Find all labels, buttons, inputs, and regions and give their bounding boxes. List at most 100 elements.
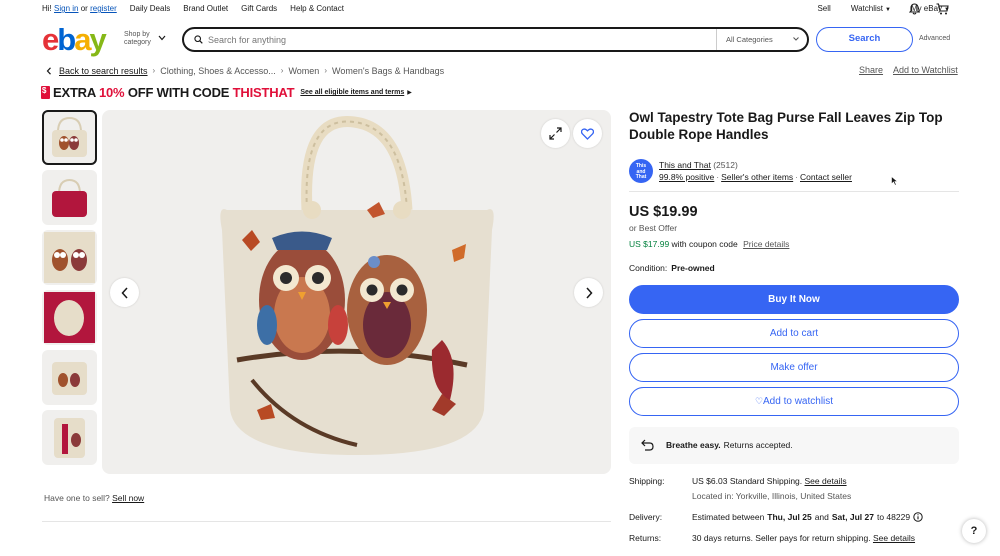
main-product-image[interactable] [102, 110, 611, 474]
promo-banner: EXTRA 10% OFF WITH CODE THISTHAT See all… [41, 85, 412, 100]
dot-separator: · [716, 172, 720, 182]
condition-value: Pre-owned [671, 263, 715, 273]
search-icon [194, 35, 203, 44]
thumbnail-1[interactable] [42, 110, 97, 165]
seller-info: This and That (2512) [659, 160, 738, 170]
delivery-label: Delivery: [629, 512, 663, 522]
seller-avatar[interactable]: This and That [629, 159, 653, 183]
eligible-items-link[interactable]: See all eligible items and terms [300, 89, 404, 96]
search-input[interactable] [208, 32, 708, 47]
delivery-to: Sat, Jul 27 [831, 512, 874, 522]
sellers-other-items-link[interactable]: Seller's other items [721, 172, 793, 182]
make-offer-button[interactable]: Make offer [629, 353, 959, 382]
separator-icon: › [152, 66, 156, 75]
or-text: or [80, 4, 88, 13]
delivery-from: Thu, Jul 25 [767, 512, 812, 522]
item-location: Located in: Yorkville, Illinois, United … [692, 491, 852, 501]
shipping-label: Shipping: [629, 476, 665, 486]
back-to-search-link[interactable]: Back to search results [59, 66, 148, 76]
chevron-right-icon[interactable] [574, 278, 603, 307]
logo-e: e [42, 22, 59, 57]
chevron-down-icon: ▼ [884, 7, 891, 13]
thumbnail-6[interactable] [42, 410, 97, 465]
returns-details-link[interactable]: See details [873, 533, 915, 543]
promo-text: EXTRA 10% OFF WITH CODE THISTHAT [53, 85, 295, 100]
promo-part2: OFF WITH CODE [127, 85, 230, 100]
bell-icon[interactable] [909, 3, 920, 15]
watchlist-menu[interactable]: Watchlist ▼ [851, 4, 891, 13]
expand-icon[interactable] [541, 119, 570, 148]
buy-it-now-button[interactable]: Buy It Now [629, 285, 959, 314]
help-contact-link[interactable]: Help & Contact [290, 4, 344, 13]
greeting: Hi! Sign in or register [42, 4, 117, 13]
price-tag-icon [41, 86, 50, 99]
breathe-easy-bold: Breathe easy. [666, 440, 721, 450]
sign-in-link[interactable]: Sign in [54, 4, 78, 13]
category-select[interactable]: All Categories [716, 29, 807, 50]
brand-outlet-link[interactable]: Brand Outlet [183, 4, 228, 13]
condition: Condition: Pre-owned [629, 263, 715, 273]
search-button[interactable]: Search [816, 27, 913, 52]
dot-separator: · [795, 172, 798, 182]
watchlist-label: Watchlist [850, 4, 883, 13]
breadcrumb-item[interactable]: Women's Bags & Handbags [332, 66, 444, 76]
greeting-text: Hi! [42, 4, 52, 13]
info-icon[interactable] [913, 512, 923, 522]
item-title: Owl Tapestry Tote Bag Purse Fall Leaves … [629, 110, 943, 142]
add-to-watchlist-button[interactable]: ♡Add to watchlist [629, 387, 959, 416]
add-to-cart-button[interactable]: Add to cart [629, 319, 959, 348]
delivery-zip: to 48229 [876, 512, 911, 522]
contact-seller-link[interactable]: Contact seller [800, 172, 852, 182]
register-link[interactable]: register [90, 4, 117, 13]
price-details-link[interactable]: Price details [743, 239, 789, 249]
shipping-value: US $6.03 Standard Shipping. See details [692, 476, 847, 486]
tote-bag-image [220, 116, 494, 455]
seller-name-link[interactable]: This and That [659, 160, 711, 170]
sell-now-link[interactable]: Sell now [112, 493, 144, 503]
positive-feedback-link[interactable]: 99.8% positive [659, 172, 714, 182]
add-to-watchlist-link[interactable]: Add to Watchlist [893, 65, 958, 75]
sell-link[interactable]: Sell [817, 4, 830, 13]
shipping-details-link[interactable]: See details [805, 476, 847, 486]
item-price: US $19.99 [629, 204, 698, 220]
seller-feedback-count: (2512) [713, 160, 738, 170]
ebay-logo[interactable]: ebay [42, 22, 107, 57]
gift-cards-link[interactable]: Gift Cards [241, 4, 277, 13]
returns-label: Returns: [629, 533, 662, 543]
return-arrow-icon [641, 439, 654, 451]
separator-icon: › [324, 66, 327, 75]
help-icon[interactable]: ? [962, 519, 986, 543]
thumbnail-strip [42, 110, 97, 470]
share-link[interactable]: Share [859, 65, 883, 75]
daily-deals-link[interactable]: Daily Deals [130, 4, 170, 13]
thumbnail-4[interactable] [42, 290, 97, 345]
thumbnail-2[interactable] [42, 170, 97, 225]
coupon-price-value: US $17.99 [629, 239, 670, 249]
sell-prompt: Have one to sell? Sell now [44, 493, 144, 503]
cart-icon[interactable] [936, 3, 949, 15]
best-offer-text: or Best Offer [629, 223, 678, 233]
breadcrumb-item[interactable]: Clothing, Shoes & Accesso... [160, 66, 276, 76]
top-nav: Hi! Sign in or register Daily Deals Bran… [0, 0, 1000, 18]
thumbnail-3[interactable] [42, 230, 97, 285]
breadcrumb-item[interactable]: Women [288, 66, 319, 76]
divider [629, 191, 959, 192]
chevron-left-icon[interactable] [42, 64, 55, 77]
delivery-prefix: Estimated between [692, 512, 765, 522]
thumbnail-5[interactable] [42, 350, 97, 405]
chevron-left-icon[interactable] [110, 278, 139, 307]
shop-by-category[interactable]: Shop by category [124, 31, 151, 47]
shipping-price: US $6.03 [692, 476, 728, 486]
promo-percent: 10% [99, 85, 125, 100]
returns-accepted-text: Returns accepted. [723, 440, 793, 450]
shop-by-line1: Shop by [124, 31, 150, 38]
category-select-label: All Categories [726, 35, 773, 44]
chevron-down-icon[interactable] [158, 35, 166, 41]
divider [42, 521, 611, 522]
shop-by-line2: category [124, 39, 151, 46]
triangle-right-icon: ▶ [407, 90, 412, 96]
add-to-watchlist-label: Add to watchlist [763, 396, 834, 407]
advanced-search-link[interactable]: Advanced [919, 35, 950, 42]
heart-icon[interactable] [573, 119, 602, 148]
chevron-down-icon [793, 37, 799, 41]
